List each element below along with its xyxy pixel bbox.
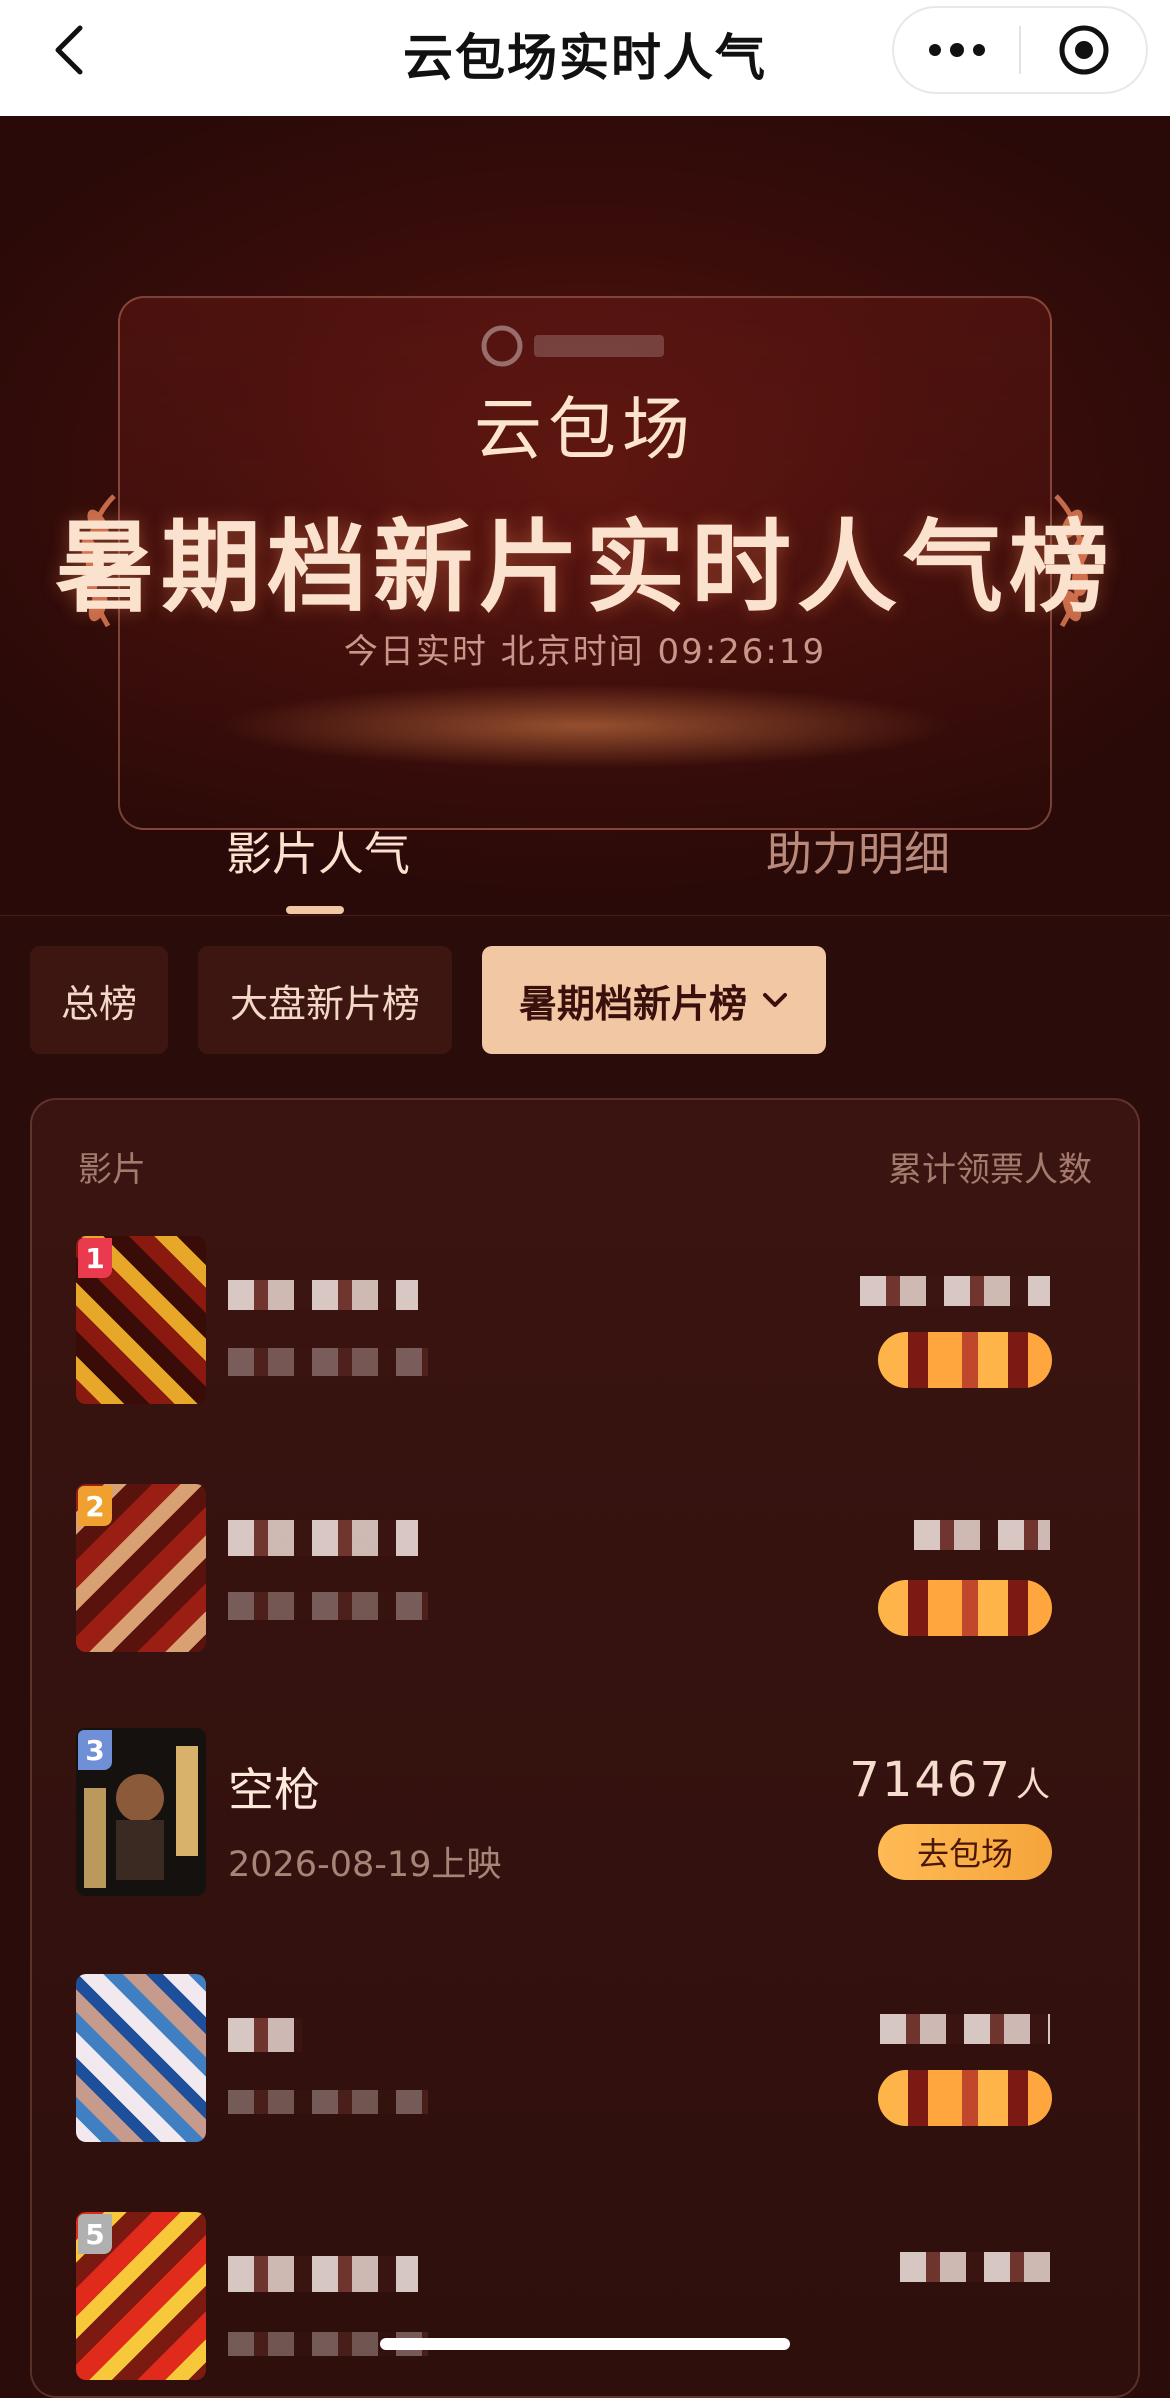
- more-dots-icon: [928, 43, 985, 57]
- list-item[interactable]: 2: [76, 1484, 1096, 1664]
- hero-title: 暑期档新片实时人气榜: [55, 509, 1115, 626]
- tab-active-indicator: [286, 906, 344, 914]
- movie-poster: 2: [76, 1484, 206, 1652]
- home-indicator[interactable]: [380, 2338, 790, 2350]
- list-item[interactable]: 5: [76, 2212, 1096, 2392]
- mini-program-capsule: [892, 6, 1148, 94]
- logo-text-blurred: [534, 335, 664, 357]
- target-close-icon: [1059, 25, 1108, 75]
- rank-badge: 2: [78, 1486, 112, 1526]
- brand-logo: [480, 316, 690, 376]
- filter-total-chart[interactable]: 总榜: [30, 946, 168, 1054]
- filter-label: 暑期档新片榜: [518, 981, 747, 1026]
- tab-bar: 影片人气 助力明细: [0, 800, 1170, 920]
- movie-title: 空枪: [228, 1763, 320, 1817]
- rank-badge: 5: [78, 2214, 112, 2254]
- filter-label: 总榜: [60, 981, 137, 1026]
- list-item[interactable]: 3 空枪 2026-08-19上映 71467 人 去包场: [76, 1728, 1096, 1908]
- hero-subtitle: 云包场: [473, 391, 696, 470]
- redacted-release: [228, 1592, 428, 1620]
- ticket-count-value: 71467: [849, 1752, 1012, 1808]
- nav-bar: 云包场实时人气: [0, 0, 1170, 117]
- release-date: 2026-08-19上映: [228, 1845, 502, 1885]
- chevron-down-icon: [763, 993, 787, 1007]
- redacted-release: [228, 2090, 428, 2114]
- ticket-count: 71467 人: [849, 1752, 1050, 1808]
- column-header-count: 累计领票人数: [888, 1150, 1092, 1190]
- list-item[interactable]: 1: [76, 1236, 1096, 1416]
- logo-icon: [481, 325, 523, 367]
- redacted-release: [228, 1348, 428, 1376]
- filter-new-releases[interactable]: 大盘新片榜: [198, 946, 452, 1054]
- movie-poster: 3: [76, 1728, 206, 1896]
- go-private-screening-button[interactable]: [878, 2070, 1052, 2126]
- go-private-screening-button[interactable]: 去包场: [878, 1824, 1052, 1880]
- hero-banner: 云包场 暑期档新片实时人气榜 今日实时 北京时间 09:26:19: [0, 116, 1170, 916]
- redacted-count: [880, 2014, 1050, 2044]
- movie-poster: 5: [76, 2212, 206, 2380]
- redacted-count: [860, 1276, 1050, 1306]
- tab-support-details[interactable]: 助力明细: [766, 818, 950, 884]
- rank-badge: 1: [78, 1238, 112, 1278]
- redacted-title: [228, 2256, 418, 2292]
- movie-poster: 1: [76, 1236, 206, 1404]
- redacted-title: [228, 1280, 418, 1310]
- list-item[interactable]: [76, 1974, 1096, 2154]
- redacted-count: [900, 2252, 1050, 2282]
- go-private-screening-button[interactable]: [878, 1332, 1052, 1388]
- tab-movie-popularity[interactable]: 影片人气: [226, 818, 410, 884]
- realtime-clock: 今日实时 北京时间 09:26:19: [343, 632, 827, 672]
- go-private-screening-button[interactable]: [878, 1580, 1052, 1636]
- redacted-count: [914, 1520, 1050, 1550]
- close-button[interactable]: [1021, 8, 1146, 92]
- more-button[interactable]: [894, 8, 1019, 92]
- filter-label: 大盘新片榜: [229, 981, 420, 1026]
- column-header-movie: 影片: [78, 1150, 146, 1190]
- redacted-title: [228, 1520, 418, 1556]
- ranking-list: 影片 累计领票人数 1 2 3 空枪 2026-08-19上映 71467 人 …: [30, 1098, 1140, 2398]
- ticket-count-unit: 人: [1016, 1765, 1050, 1805]
- tabs-divider: [0, 915, 1170, 916]
- rank-badge: 3: [78, 1730, 112, 1770]
- filter-summer-new-releases[interactable]: 暑期档新片榜: [482, 946, 826, 1054]
- movie-poster: [76, 1974, 206, 2142]
- redacted-title: [228, 2018, 302, 2052]
